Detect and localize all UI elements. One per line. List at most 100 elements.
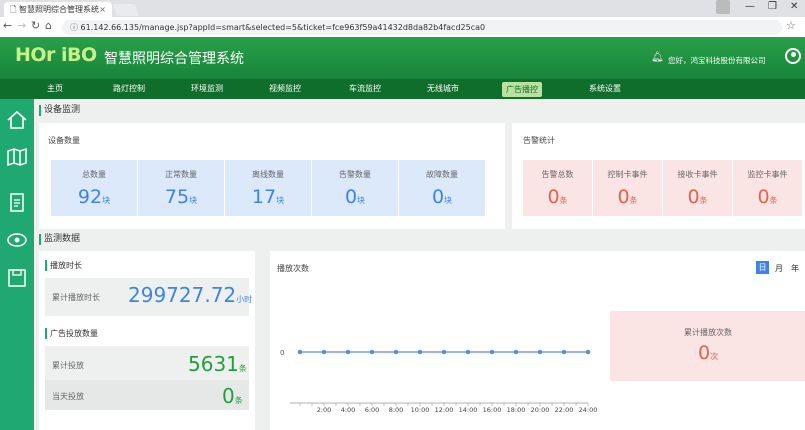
play-duration-title: 播放时长 bbox=[45, 260, 82, 271]
data-point bbox=[369, 349, 375, 355]
menu-item[interactable]: 系统设置 bbox=[584, 79, 626, 99]
metric-value: 0块 bbox=[344, 186, 366, 208]
url-input[interactable]: ⓘ 61.142.66.135/manage.jsp?appId=smart&s… bbox=[62, 20, 782, 35]
menu-item[interactable]: 环境监测 bbox=[186, 79, 228, 99]
clipboard-icon[interactable] bbox=[4, 190, 30, 214]
play-duration-label: 累计播放时长 bbox=[52, 293, 100, 302]
metric-card: 接收卡事件 0条 bbox=[663, 160, 732, 216]
menu-item[interactable]: 视频监控 bbox=[264, 79, 306, 99]
total-plays-label: 累计播放次数 bbox=[684, 328, 732, 337]
metric-value: 17块 bbox=[251, 186, 285, 208]
ad-total-label: 累计投放 bbox=[52, 361, 84, 370]
metric-card: 总数量 92块 bbox=[51, 160, 137, 216]
x-tick-label: 22:00 bbox=[555, 406, 574, 414]
metric-value: 0条 bbox=[757, 186, 778, 208]
bell-icon[interactable]: 🔔︎ bbox=[651, 52, 664, 63]
x-tick-label: 10:00 bbox=[411, 406, 430, 414]
ad-count-title: 广告投放数量 bbox=[45, 328, 98, 339]
data-point bbox=[345, 349, 351, 355]
x-tick-label: 18:00 bbox=[507, 406, 526, 414]
metric-card: 监控卡事件 0条 bbox=[733, 160, 802, 216]
metric-value: 0条 bbox=[687, 186, 708, 208]
app-title: 智慧照明综合管理系统 bbox=[104, 51, 244, 67]
tab-close-icon[interactable]: × bbox=[99, 2, 106, 17]
total-plays-value: 0次 bbox=[698, 342, 719, 364]
profile-icon[interactable] bbox=[716, 0, 730, 14]
metric-card: 离线数量 17块 bbox=[225, 160, 311, 216]
data-point bbox=[537, 349, 543, 355]
alarm-stats-title: 告警统计 bbox=[523, 136, 555, 145]
metric-label: 监控卡事件 bbox=[747, 170, 788, 179]
data-point bbox=[297, 349, 303, 355]
section-title-data: 监测数据 bbox=[39, 234, 80, 245]
eye-icon[interactable] bbox=[4, 228, 30, 252]
period-month-button[interactable]: 月 bbox=[775, 263, 783, 274]
metric-label: 总数量 bbox=[82, 170, 106, 179]
data-point bbox=[561, 349, 567, 355]
metric-value: 92块 bbox=[77, 186, 111, 208]
play-duration-value: 299727.72小时 bbox=[128, 283, 253, 307]
metric-label: 告警总数 bbox=[541, 170, 574, 179]
data-point bbox=[465, 349, 471, 355]
menu-item[interactable]: 无线城市 bbox=[422, 79, 464, 99]
data-point bbox=[417, 349, 423, 355]
maximize-button[interactable]: ❐ bbox=[768, 1, 777, 12]
brand-logo: HOr iBO bbox=[15, 44, 97, 66]
y-tick-label: 0 bbox=[280, 349, 284, 357]
menu-item[interactable]: 主页 bbox=[40, 79, 70, 99]
window-close-button[interactable]: ✕ bbox=[790, 1, 798, 12]
ad-total-value: 5631条 bbox=[188, 352, 247, 376]
page-icon: 🗋 bbox=[10, 5, 17, 14]
metric-label: 正常数量 bbox=[165, 170, 197, 179]
browser-tab-title: 智慧照明综合管理系统 bbox=[18, 5, 99, 14]
save-icon[interactable] bbox=[4, 266, 30, 290]
new-tab-button[interactable] bbox=[112, 4, 140, 16]
home-nav-icon[interactable]: ⌂ bbox=[45, 19, 52, 32]
data-point bbox=[585, 349, 591, 355]
period-day-button[interactable]: 日 bbox=[756, 261, 769, 274]
data-point bbox=[441, 349, 447, 355]
x-tick-label: 6:00 bbox=[365, 406, 380, 414]
play-times-chart: 0 2:00 4:00 6:00 8:00 10:00 12:00 14:00 16:00 18:… bbox=[280, 349, 597, 414]
user-greeting: 您好，鸿宝科技股份有限公司 bbox=[668, 56, 766, 65]
map-icon[interactable] bbox=[4, 145, 30, 169]
info-icon: ⓘ bbox=[70, 23, 81, 32]
data-point bbox=[321, 349, 327, 355]
x-tick-label: 16:00 bbox=[483, 406, 502, 414]
x-tick-label: 12:00 bbox=[435, 406, 454, 414]
reload-icon[interactable]: ↻ bbox=[31, 19, 40, 32]
metric-card: 正常数量 75块 bbox=[138, 160, 224, 216]
x-tick-label: 14:00 bbox=[459, 406, 478, 414]
ad-today-value: 0条 bbox=[222, 384, 243, 408]
minimize-button[interactable]: — bbox=[745, 1, 755, 12]
menu-item[interactable]: 广告播控 bbox=[502, 82, 542, 97]
forward-icon[interactable]: → bbox=[17, 19, 26, 32]
menu-item[interactable]: 路灯控制 bbox=[108, 79, 150, 99]
metric-value: 0块 bbox=[431, 186, 453, 208]
metric-card: 告警数量 0块 bbox=[312, 160, 398, 216]
metric-value: 0条 bbox=[547, 186, 568, 208]
device-count-title: 设备数量 bbox=[48, 136, 80, 145]
user-icon[interactable] bbox=[785, 48, 801, 64]
data-point bbox=[513, 349, 519, 355]
section-title-monitor: 设备监测 bbox=[39, 105, 80, 116]
metric-value: 75块 bbox=[164, 186, 198, 208]
data-point bbox=[489, 349, 495, 355]
home-icon[interactable] bbox=[4, 108, 30, 132]
x-tick-label: 2:00 bbox=[317, 406, 332, 414]
play-times-title: 播放次数 bbox=[277, 264, 309, 273]
ad-today-label: 当天投放 bbox=[52, 392, 84, 401]
x-tick-label: 4:00 bbox=[341, 406, 356, 414]
metric-label: 离线数量 bbox=[252, 170, 284, 179]
period-year-button[interactable]: 年 bbox=[791, 263, 799, 274]
url-text: 61.142.66.135/manage.jsp?appId=smart&sel… bbox=[80, 23, 486, 32]
menu-item[interactable]: 车流监控 bbox=[344, 79, 386, 99]
metric-label: 告警数量 bbox=[339, 170, 371, 179]
x-tick-label: 20:00 bbox=[531, 406, 550, 414]
back-icon[interactable]: ← bbox=[3, 19, 12, 32]
data-point bbox=[393, 349, 399, 355]
metric-label: 故障数量 bbox=[426, 170, 458, 179]
metric-value: 0条 bbox=[617, 186, 638, 208]
browser-tab[interactable]: 🗋 智慧照明综合管理系统 × bbox=[4, 2, 112, 17]
bookmark-star-icon[interactable]: ☆ bbox=[786, 19, 796, 32]
